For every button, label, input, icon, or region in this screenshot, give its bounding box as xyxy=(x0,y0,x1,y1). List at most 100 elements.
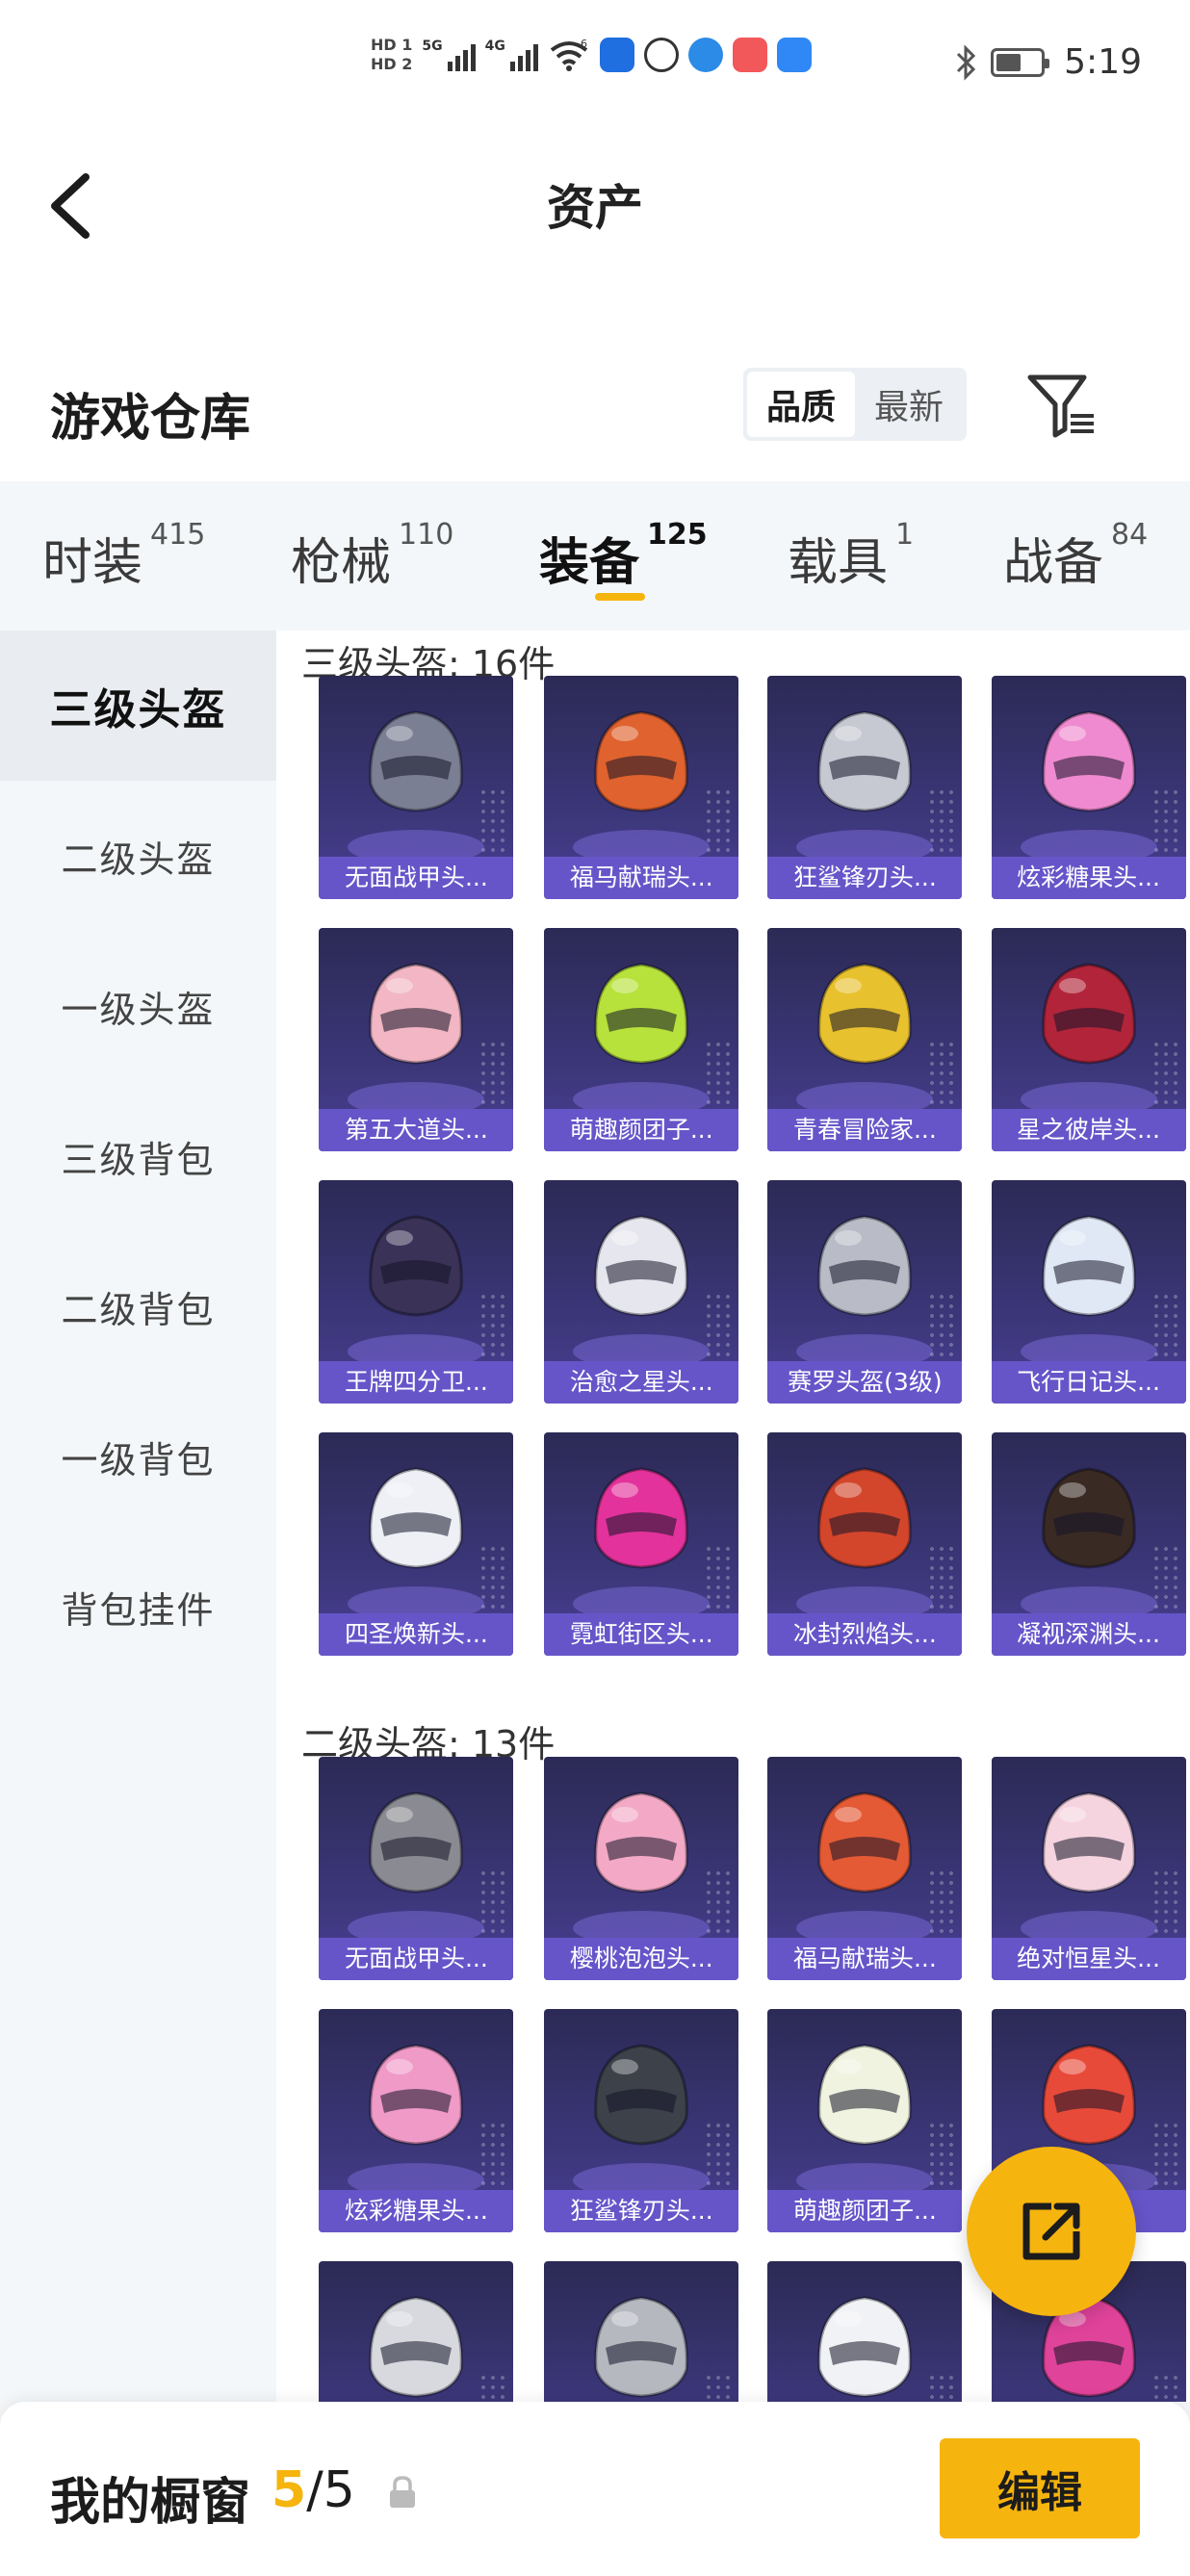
sort-toggle: 品质 最新 xyxy=(743,368,967,441)
item-name: 四圣焕新头... xyxy=(319,1613,514,1656)
hd1-label: HD 1 xyxy=(371,36,413,54)
subcategory-sidebar: 三级头盔 二级头盔 一级头盔 三级背包 二级背包 一级背包 背包挂件 xyxy=(0,631,276,2402)
card-pattern xyxy=(704,2121,734,2198)
item-name: 赛罗头盔(3级) xyxy=(767,1361,963,1404)
helmet-icon xyxy=(817,2296,913,2398)
status-bar: HD 1 HD 2 5G 4G 6 5:19 xyxy=(0,0,1190,135)
tab-count: 110 xyxy=(399,518,454,552)
card-pattern xyxy=(479,2121,508,2198)
item-card[interactable]: 无面战甲头... xyxy=(319,676,514,899)
helmet-icon xyxy=(817,1467,913,1569)
card-pattern xyxy=(479,787,508,864)
item-card[interactable]: 萌趣颜团子... xyxy=(544,928,739,1151)
tab-firearms[interactable]: 枪械 110 xyxy=(291,518,453,594)
dual-sim-indicator: HD 1 HD 2 xyxy=(371,37,412,73)
net1-label: 5G xyxy=(422,39,443,54)
helmet-icon xyxy=(594,710,689,812)
sidebar-item-level3-helmet[interactable]: 三级头盔 xyxy=(0,631,276,781)
item-card[interactable]: 治愈之星头... xyxy=(544,1180,739,1404)
card-pattern xyxy=(1151,2121,1180,2198)
tab-count: 1 xyxy=(895,518,915,552)
item-card[interactable]: 赛罗头盔(3级) xyxy=(767,1180,963,1404)
edit-button[interactable]: 编辑 xyxy=(940,2438,1140,2538)
item-name: 第五大道头... xyxy=(319,1109,514,1151)
item-card[interactable]: 第五大道头... xyxy=(319,928,514,1151)
item-card[interactable]: 炫彩糖果头... xyxy=(991,676,1186,899)
tab-combat-gear[interactable]: 战备 84 xyxy=(1003,518,1148,594)
item-card[interactable] xyxy=(544,2261,739,2402)
cloud-icon xyxy=(776,38,812,72)
signal-5g-icon: 5G xyxy=(422,39,476,71)
share-icon xyxy=(1022,2202,1080,2260)
item-card[interactable]: 星之彼岸头... xyxy=(991,928,1186,1151)
browser-icon xyxy=(687,38,723,72)
sort-quality-button[interactable]: 品质 xyxy=(747,372,855,437)
item-card[interactable]: 樱桃泡泡头... xyxy=(544,1757,739,1980)
tab-vehicles[interactable]: 载具 1 xyxy=(788,518,914,594)
helmet-icon xyxy=(1041,1215,1136,1317)
tab-fashion[interactable]: 时装 415 xyxy=(42,518,205,594)
item-card[interactable]: 绝对恒星头... xyxy=(991,1757,1186,1980)
item-card[interactable]: 四圣焕新头... xyxy=(319,1432,514,1656)
sidebar-item-level1-backpack[interactable]: 一级背包 xyxy=(0,1381,276,1532)
item-card[interactable]: 霓虹街区头... xyxy=(544,1432,739,1656)
card-pattern xyxy=(927,1544,957,1621)
card-pattern xyxy=(927,787,957,864)
sidebar-item-level2-helmet[interactable]: 二级头盔 xyxy=(0,781,276,931)
sidebar-item-level1-helmet[interactable]: 一级头盔 xyxy=(0,931,276,1081)
card-pattern xyxy=(927,2373,957,2402)
item-name: 萌趣颜团子... xyxy=(544,1109,739,1151)
item-card[interactable]: 狂鲨锋刃头... xyxy=(544,2009,739,2232)
item-card[interactable] xyxy=(767,2261,963,2402)
item-card[interactable]: 福马献瑞头... xyxy=(767,1757,963,1980)
helmet-icon xyxy=(369,2296,464,2398)
nav-bar: 资产 xyxy=(0,135,1190,327)
share-button[interactable] xyxy=(967,2147,1136,2316)
sidebar-item-level2-backpack[interactable]: 二级背包 xyxy=(0,1231,276,1381)
helmet-icon xyxy=(817,963,913,1065)
helmet-icon xyxy=(369,710,464,812)
sidebar-item-level3-backpack[interactable]: 三级背包 xyxy=(0,1081,276,1231)
wifi-icon: 6 xyxy=(550,39,588,71)
helmet-icon xyxy=(1041,710,1136,812)
card-pattern xyxy=(1151,2373,1180,2402)
item-card[interactable] xyxy=(319,2261,514,2402)
item-card[interactable]: 狂鲨锋刃头... xyxy=(767,676,963,899)
item-name: 无面战甲头... xyxy=(319,1938,514,1980)
item-card[interactable]: 无面战甲头... xyxy=(319,1757,514,1980)
sidebar-item-backpack-charm[interactable]: 背包挂件 xyxy=(0,1532,276,1682)
card-pattern xyxy=(927,1868,957,1945)
tab-equipment[interactable]: 装备 125 xyxy=(539,518,708,594)
bluetooth-icon xyxy=(957,43,976,81)
item-card[interactable]: 冰封烈焰头... xyxy=(767,1432,963,1656)
item-card[interactable]: 萌趣颜团子... xyxy=(767,2009,963,2232)
item-card[interactable]: 福马献瑞头... xyxy=(544,676,739,899)
item-name: 福马献瑞头... xyxy=(544,857,739,899)
card-pattern xyxy=(704,1040,734,1117)
item-name: 狂鲨锋刃头... xyxy=(767,857,963,899)
tab-label: 装备 xyxy=(539,534,640,592)
item-card[interactable]: 炫彩糖果头... xyxy=(319,2009,514,2232)
shop-icon xyxy=(732,38,767,72)
signal-4g-icon: 4G xyxy=(485,39,538,71)
item-name: 青春冒险家... xyxy=(767,1109,963,1151)
item-name: 无面战甲头... xyxy=(319,857,514,899)
active-tab-indicator xyxy=(595,593,645,601)
helmet-icon xyxy=(594,1791,689,1893)
item-card[interactable]: 凝视深渊头... xyxy=(991,1432,1186,1656)
helmet-icon xyxy=(594,963,689,1065)
item-card[interactable]: 青春冒险家... xyxy=(767,928,963,1151)
filter-icon[interactable] xyxy=(1022,366,1099,443)
helmet-icon xyxy=(369,963,464,1065)
item-name: 星之彼岸头... xyxy=(991,1109,1186,1151)
tab-count: 125 xyxy=(647,518,708,552)
item-card[interactable]: 王牌四分卫... xyxy=(319,1180,514,1404)
card-pattern xyxy=(479,1544,508,1621)
tab-label: 枪械 xyxy=(291,534,392,592)
helmet-icon xyxy=(1041,963,1136,1065)
showcase-count: 5/5 xyxy=(272,2461,355,2519)
item-name: 凝视深渊头... xyxy=(991,1613,1186,1656)
sort-newest-button[interactable]: 最新 xyxy=(855,372,963,437)
item-card[interactable]: 飞行日记头... xyxy=(991,1180,1186,1404)
item-name: 萌趣颜团子... xyxy=(767,2190,963,2232)
